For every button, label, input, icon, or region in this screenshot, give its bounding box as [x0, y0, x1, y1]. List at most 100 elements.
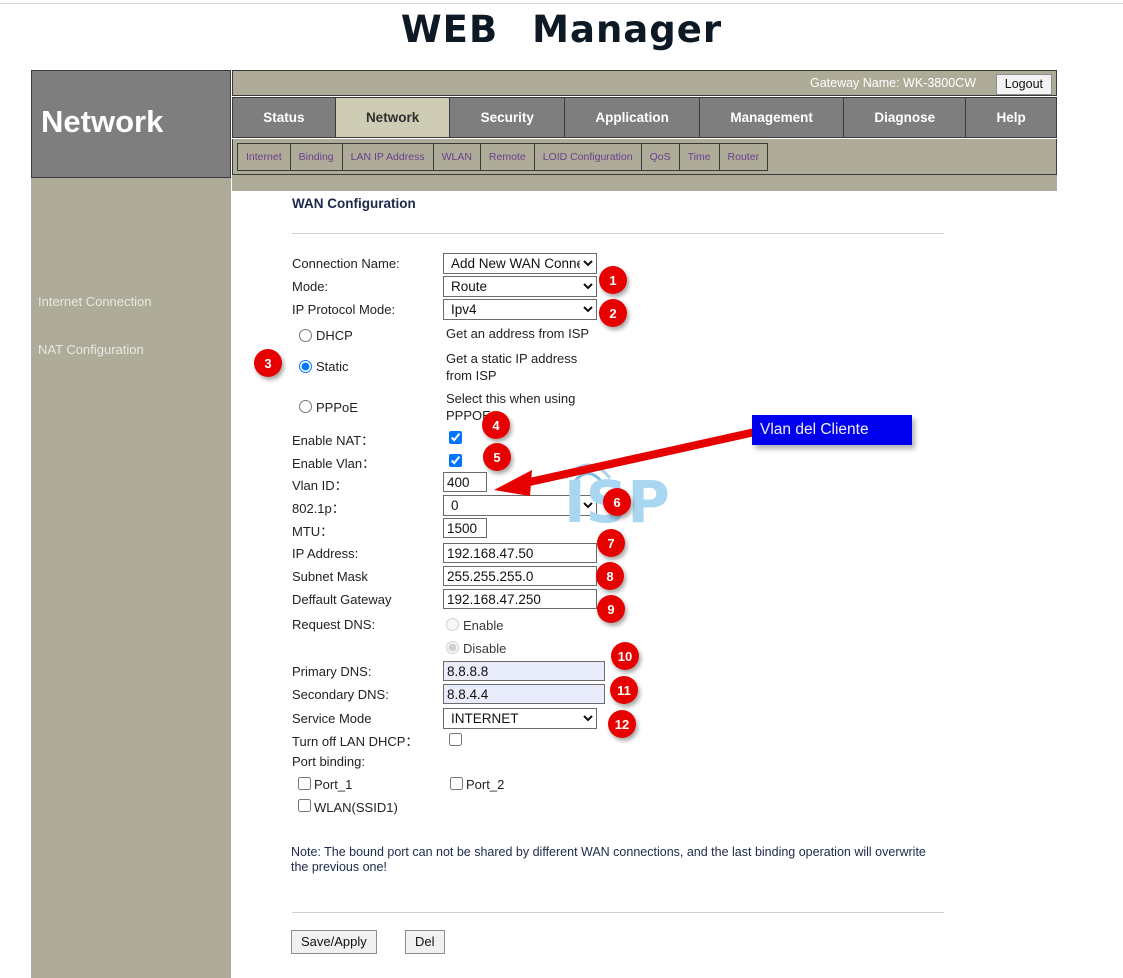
desc-pppoe: Select this when using PPPOE — [446, 390, 601, 424]
label-service-mode: Service Mode — [292, 711, 371, 726]
label-dhcp: DHCP — [316, 328, 353, 343]
connection-name-select[interactable]: Add New WAN Connection — [443, 253, 597, 274]
checkbox-port-2[interactable] — [450, 777, 463, 790]
gateway-name-label: Gateway Name: WK-3800CW — [810, 76, 976, 90]
service-mode-select[interactable]: INTERNET — [443, 708, 597, 729]
sidebar-item-internet-connection[interactable]: Internet Connection — [38, 294, 151, 309]
label-subnet-mask: Subnet Mask — [292, 569, 368, 584]
form-heading: WAN Configuration — [292, 196, 416, 211]
label-default-gateway: Deffault Gateway — [292, 592, 391, 607]
subtab-qos[interactable]: QoS — [642, 144, 680, 170]
content-strip — [232, 175, 1057, 191]
subtab-time[interactable]: Time — [680, 144, 720, 170]
annotation-badge-6: 6 — [603, 488, 631, 516]
label-802-1p: 802.1p： — [292, 498, 345, 517]
page-title-manager: Manager — [532, 8, 722, 51]
checkbox-enable-vlan[interactable] — [449, 454, 462, 467]
label-request-dns-enable: Enable — [463, 618, 503, 633]
mtu-input[interactable] — [443, 518, 487, 538]
sidebar-item-nat-configuration[interactable]: NAT Configuration — [38, 342, 144, 357]
label-static: Static — [316, 359, 349, 374]
subtab-router[interactable]: Router — [720, 144, 768, 170]
annotation-badge-1: 1 — [599, 266, 627, 294]
annotation-badge-8: 8 — [596, 562, 624, 590]
page-title-web: WEB — [401, 8, 498, 51]
tab-help[interactable]: Help — [966, 98, 1056, 137]
radio-dhcp[interactable] — [299, 329, 312, 342]
del-button[interactable]: Del — [405, 930, 445, 954]
dot1p-select[interactable]: 0 — [443, 495, 597, 516]
radio-request-dns-disable[interactable] — [446, 641, 459, 654]
divider-bottom — [292, 912, 944, 913]
sidebar-heading: Network — [41, 104, 163, 140]
top-divider — [0, 3, 1123, 4]
mode-select[interactable]: Route — [443, 276, 597, 297]
label-port-2: Port_2 — [466, 777, 504, 792]
subtab-loid-configuration[interactable]: LOID Configuration — [535, 144, 642, 170]
label-primary-dns: Primary DNS: — [292, 664, 371, 679]
default-gateway-input[interactable] — [443, 589, 597, 609]
checkbox-turn-off-lan-dhcp[interactable] — [449, 733, 462, 746]
sidebar-header: Network — [31, 70, 231, 178]
subtab-internet[interactable]: Internet — [238, 144, 291, 170]
ip-protocol-mode-select[interactable]: Ipv4 — [443, 299, 597, 320]
tab-management[interactable]: Management — [700, 98, 844, 137]
label-port-1: Port_1 — [314, 777, 352, 792]
checkbox-wlan-ssid1[interactable] — [298, 799, 311, 812]
label-request-dns-disable: Disable — [463, 641, 506, 656]
annotation-badge-11: 11 — [610, 676, 638, 704]
gateway-bar: Gateway Name: WK-3800CW Logout — [232, 70, 1057, 96]
tab-security[interactable]: Security — [450, 98, 565, 137]
annotation-badge-9: 9 — [597, 595, 625, 623]
callout-vlan-del-cliente: Vlan del Cliente — [752, 415, 912, 445]
tab-network[interactable]: Network — [336, 98, 451, 137]
label-ip-protocol-mode: IP Protocol Mode: — [292, 302, 395, 317]
screenshot-root: WEB Manager Internet Connection NAT Confi… — [0, 0, 1123, 978]
subtab-binding[interactable]: Binding — [291, 144, 343, 170]
radio-request-dns-enable[interactable] — [446, 618, 459, 631]
main-tab-bar: Status Network Security Application Mana… — [232, 97, 1057, 138]
sidebar: Internet Connection NAT Configuration — [31, 70, 231, 978]
subtab-lan-ip-address[interactable]: LAN IP Address — [343, 144, 434, 170]
label-enable-nat: Enable NAT： — [292, 430, 374, 449]
radio-static[interactable] — [299, 360, 312, 373]
annotation-badge-5: 5 — [483, 443, 511, 471]
label-request-dns: Request DNS: — [292, 617, 375, 632]
label-port-binding: Port binding: — [292, 754, 365, 769]
tab-application[interactable]: Application — [565, 98, 700, 137]
radio-pppoe[interactable] — [299, 400, 312, 413]
checkbox-port-1[interactable] — [298, 777, 311, 790]
label-mtu: MTU： — [292, 521, 333, 540]
tab-status[interactable]: Status — [233, 98, 336, 137]
annotation-badge-12: 12 — [608, 710, 636, 738]
tab-diagnose[interactable]: Diagnose — [844, 98, 966, 137]
note-text: Note: The bound port can not be shared b… — [291, 845, 931, 875]
sub-tab-bar: Internet Binding LAN IP Address WLAN Rem… — [232, 139, 1057, 175]
desc-static: Get a static IP address from ISP — [446, 350, 601, 384]
annotation-badge-10: 10 — [611, 642, 639, 670]
save-apply-button[interactable]: Save/Apply — [291, 930, 377, 954]
label-ip-address: IP Address: — [292, 546, 358, 561]
annotation-badge-7: 7 — [597, 529, 625, 557]
label-pppoe: PPPoE — [316, 400, 358, 415]
desc-dhcp: Get an address from ISP — [446, 325, 601, 342]
annotation-badge-3: 3 — [254, 349, 282, 377]
label-wlan-ssid1: WLAN(SSID1) — [314, 800, 398, 815]
page-title: WEB Manager — [0, 8, 1123, 51]
primary-dns-input[interactable] — [443, 661, 605, 681]
logout-button[interactable]: Logout — [996, 74, 1052, 95]
label-secondary-dns: Secondary DNS: — [292, 687, 389, 702]
ip-address-input[interactable] — [443, 543, 597, 563]
secondary-dns-input[interactable] — [443, 684, 605, 704]
label-vlan-id: Vlan ID： — [292, 475, 348, 494]
checkbox-enable-nat[interactable] — [449, 431, 462, 444]
label-connection-name: Connection Name: — [292, 256, 400, 271]
annotation-badge-4: 4 — [482, 411, 510, 439]
subtab-wlan[interactable]: WLAN — [434, 144, 481, 170]
label-enable-vlan: Enable Vlan： — [292, 453, 375, 472]
label-mode: Mode: — [292, 279, 328, 294]
subnet-mask-input[interactable] — [443, 566, 597, 586]
vlan-id-input[interactable] — [443, 472, 487, 492]
label-turn-off-lan-dhcp: Turn off LAN DHCP： — [292, 731, 418, 750]
subtab-remote[interactable]: Remote — [481, 144, 535, 170]
